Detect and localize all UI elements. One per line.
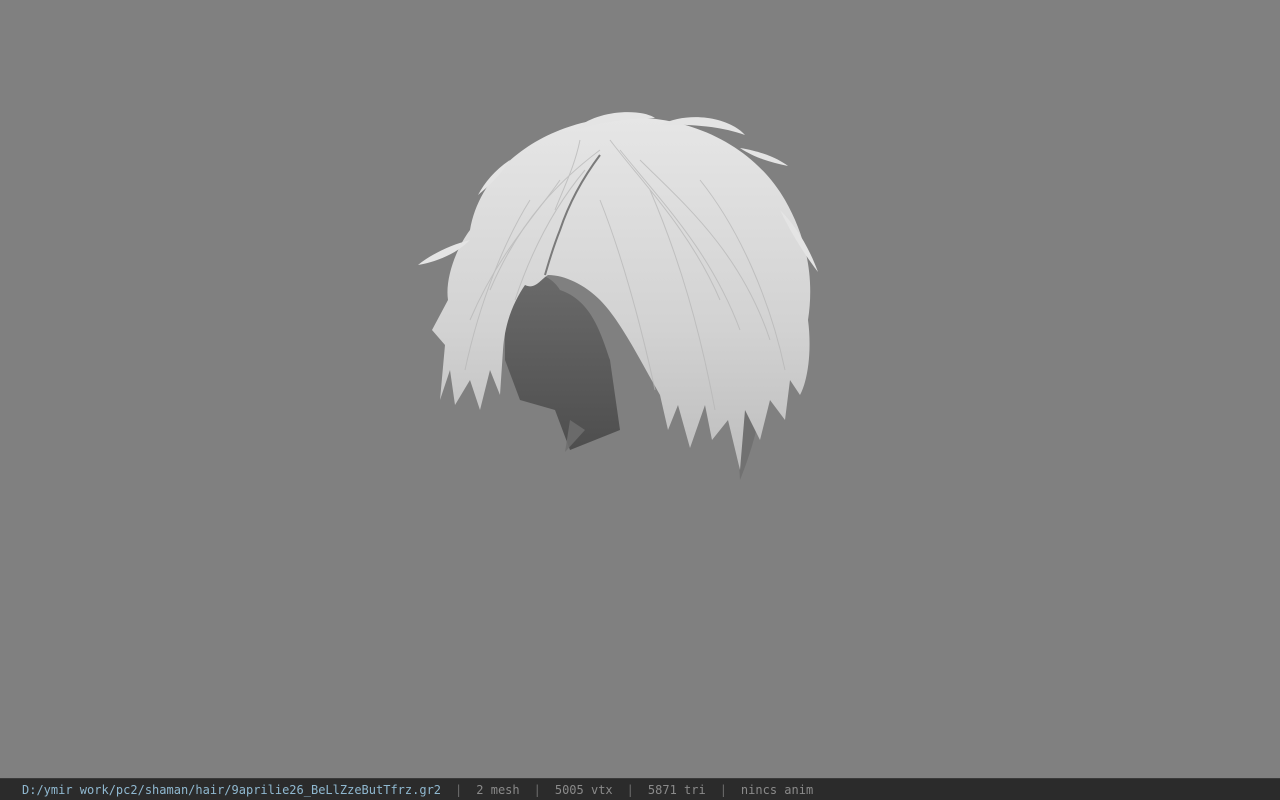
hair-main-volume	[432, 117, 811, 471]
model-viewer-window: D:/ymir work/pc2/shaman/hair/9aprilie26_…	[0, 0, 1280, 800]
status-separator: |	[626, 782, 634, 797]
status-separator: |	[533, 782, 541, 797]
status-bar: D:/ymir work/pc2/shaman/hair/9aprilie26_…	[0, 778, 1280, 800]
3d-viewport[interactable]	[0, 0, 1280, 778]
animation-status-label: nincs anim	[740, 782, 814, 797]
status-separator: |	[719, 782, 727, 797]
status-separator: |	[455, 782, 463, 797]
hair-model[interactable]	[0, 0, 1280, 778]
vertex-count-label: 5005 vtx	[554, 782, 613, 797]
file-path-label: D:/ymir work/pc2/shaman/hair/9aprilie26_…	[22, 782, 442, 797]
triangle-count-label: 5871 tri	[647, 782, 706, 797]
mesh-count-label: 2 mesh	[476, 782, 520, 797]
